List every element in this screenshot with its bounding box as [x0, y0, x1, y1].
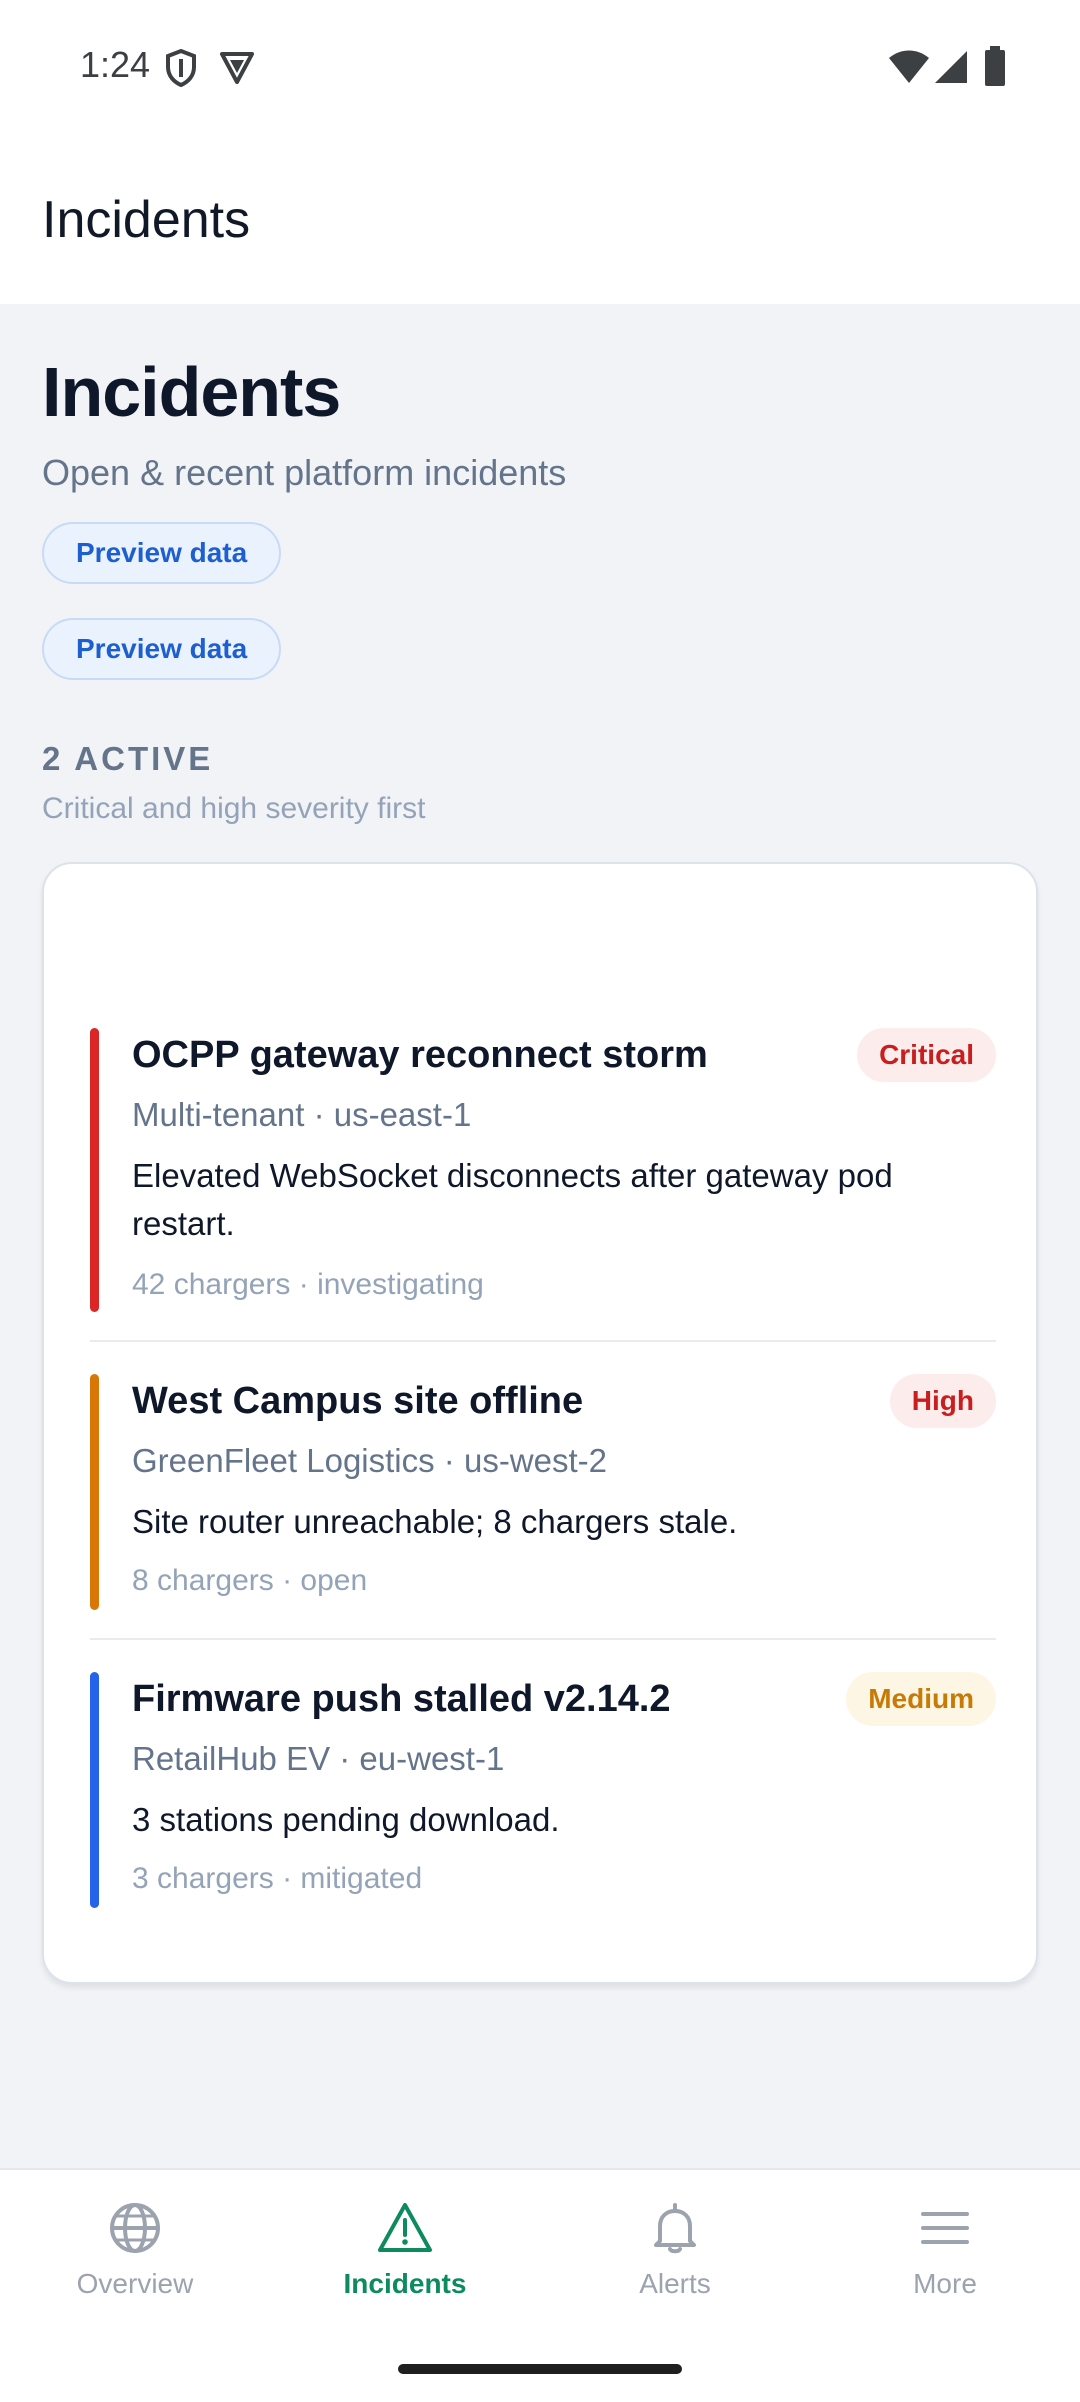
- severity-badge: Medium: [846, 1672, 996, 1726]
- shield-icon: [166, 48, 196, 88]
- preview-data-chip[interactable]: Preview data: [42, 522, 282, 584]
- incident-footer: 8 chargers · open: [132, 1564, 368, 1597]
- status-bar: 1:24: [0, 0, 1080, 130]
- nav-item-alerts[interactable]: Alerts: [540, 2200, 810, 2330]
- menu-icon: [921, 2212, 969, 2244]
- nav-label: Overview: [76, 2268, 194, 2299]
- incident-meta: GreenFleet Logistics · us-west-2: [132, 1442, 608, 1479]
- bell-icon: [654, 2203, 696, 2254]
- incident-meta: Multi-tenant · us-east-1: [132, 1096, 472, 1133]
- incident-title: Firmware push stalled v2.14.2: [132, 1678, 671, 1720]
- severity-badge: High: [889, 1374, 996, 1428]
- incident-footer: 3 chargers · mitigated: [132, 1862, 423, 1895]
- vpn-icon: [220, 52, 254, 84]
- divider: [90, 1340, 996, 1342]
- section-subtitle: Critical and high severity first: [42, 792, 426, 825]
- home-indicator[interactable]: [398, 2364, 682, 2374]
- warning-icon: [378, 2203, 432, 2252]
- incident-title: West Campus site offline: [132, 1380, 584, 1422]
- divider: [90, 1638, 996, 1640]
- incident-title: OCPP gateway reconnect storm: [132, 1034, 708, 1076]
- app-bar: Incidents: [0, 130, 1080, 304]
- severity-bar: [90, 1028, 99, 1312]
- incident-item[interactable]: OCPP gateway reconnect storm Critical Mu…: [90, 1028, 996, 1314]
- nav-label: More: [913, 2268, 977, 2299]
- incident-item[interactable]: Firmware push stalled v2.14.2 Medium Ret…: [90, 1672, 996, 1908]
- page-title: Incidents: [42, 353, 341, 431]
- nav-item-incidents[interactable]: Incidents: [270, 2200, 540, 2330]
- severity-bar: [90, 1672, 99, 1908]
- globe-icon: [110, 2203, 160, 2253]
- page-subtitle: Open & recent platform incidents: [42, 452, 567, 493]
- incident-item[interactable]: West Campus site offline High GreenFleet…: [90, 1374, 996, 1610]
- incident-description: Site router unreachable; 8 chargers stal…: [132, 1503, 738, 1540]
- app-bar-title: Incidents: [42, 191, 251, 249]
- preview-data-chip[interactable]: Preview data: [42, 618, 282, 680]
- wifi-icon: [889, 50, 929, 83]
- incident-meta: RetailHub EV · eu-west-1: [132, 1740, 505, 1777]
- incidents-card: OCPP gateway reconnect storm Critical Mu…: [42, 862, 1038, 1984]
- battery-icon: [985, 46, 1005, 86]
- incident-footer: 42 chargers · investigating: [132, 1268, 484, 1301]
- incident-description: 3 stations pending download.: [132, 1801, 560, 1838]
- severity-bar: [90, 1374, 99, 1610]
- section-label: 2 ACTIVE: [42, 740, 214, 777]
- status-time: 1:24: [80, 44, 151, 85]
- nav-label: Incidents: [343, 2268, 467, 2299]
- severity-badge: Critical: [857, 1028, 996, 1082]
- nav-item-more[interactable]: More: [810, 2200, 1080, 2330]
- signal-icon: [935, 51, 967, 83]
- nav-item-overview[interactable]: Overview: [0, 2200, 270, 2330]
- incident-description: Elevated WebSocket disconnects after gat…: [132, 1157, 893, 1242]
- nav-label: Alerts: [639, 2268, 711, 2299]
